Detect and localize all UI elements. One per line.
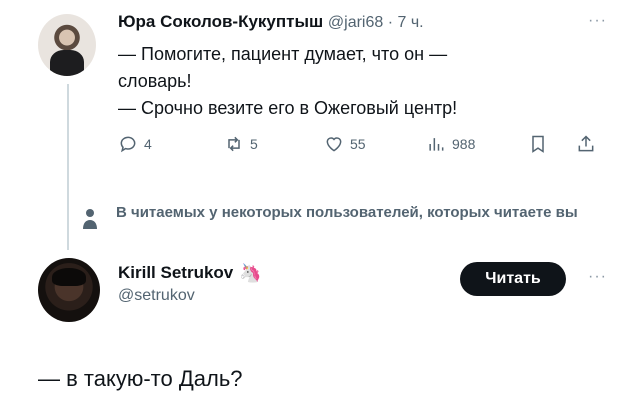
reply-count: 4 — [144, 136, 152, 152]
author-handle[interactable]: @setrukov — [118, 287, 195, 305]
author-name[interactable]: Kirill Setrukov — [118, 263, 233, 283]
retweet-count: 5 — [250, 136, 258, 152]
like-count: 55 — [350, 136, 366, 152]
tweet-time[interactable]: 7 ч. — [397, 14, 423, 31]
follow-button[interactable]: Читать — [460, 262, 566, 296]
avatar[interactable] — [38, 14, 96, 76]
views-icon — [429, 138, 444, 151]
meta-separator: · — [383, 14, 398, 31]
bookmark-icon — [532, 135, 544, 153]
more-options-icon[interactable]: ··· — [588, 268, 607, 286]
tweet-line: — Помогите, пациент думает, что он — — [118, 44, 448, 64]
tweet-header: Юра Соколов-Кукуптыш @jari68 · 7 ч. — [118, 12, 424, 32]
person-icon — [83, 209, 97, 229]
tweet-line: словарь! — [118, 71, 192, 91]
heart-icon — [326, 137, 342, 152]
author-name-row: Kirill Setrukov 🦄 — [118, 263, 262, 283]
tweet-text: — Помогите, пациент думает, что он — сло… — [118, 41, 618, 122]
retweet-button[interactable]: 5 — [224, 134, 258, 154]
author-handle[interactable]: @jari68 — [328, 14, 383, 31]
reply-icon — [120, 136, 136, 153]
like-button[interactable]: 55 — [324, 134, 366, 154]
bookmark-button[interactable] — [528, 134, 548, 154]
tweet-text: — в такую-то Даль? — [38, 366, 243, 391]
thread-line — [67, 84, 69, 250]
avatar[interactable] — [38, 258, 100, 322]
tweet-line: — Срочно везите его в Ожеговый центр! — [118, 98, 458, 118]
author-name[interactable]: Юра Соколов-Кукуптыш — [118, 12, 323, 31]
tweet-actions: 4 5 55 988 — [118, 134, 608, 158]
views-button[interactable]: 988 — [426, 134, 475, 154]
more-options-icon[interactable]: ··· — [588, 12, 607, 30]
views-count: 988 — [452, 136, 476, 152]
social-context-notice: В читаемых у некоторых пользователей, ко… — [116, 204, 578, 221]
retweet-icon — [228, 136, 240, 152]
unicorn-icon: 🦄 — [239, 263, 262, 283]
reply-button[interactable]: 4 — [118, 134, 152, 154]
share-button[interactable] — [576, 134, 596, 154]
share-icon — [578, 135, 594, 152]
